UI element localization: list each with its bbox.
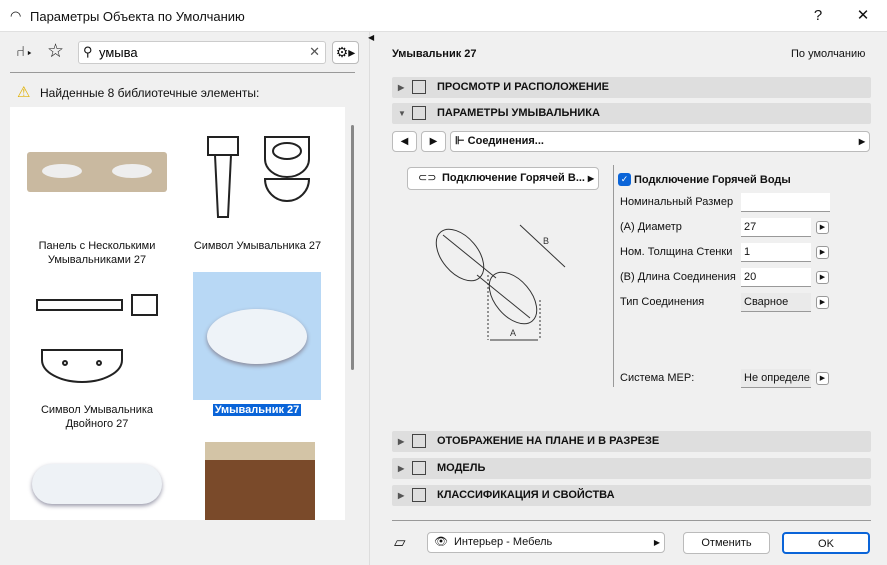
view-icon xyxy=(412,80,426,94)
title-bar: ◠ Параметры Объекта по Умолчанию ? ✕ xyxy=(0,0,887,32)
library-browser-icon[interactable]: ⑁▸ xyxy=(16,43,34,60)
collapse-arrow-icon: ▼ xyxy=(398,109,406,118)
library-item-thumbnail-selected[interactable] xyxy=(193,272,321,400)
hot-water-label: Подключение Горячей Воды xyxy=(634,174,791,186)
diameter-label: (A) Диаметр xyxy=(620,221,682,233)
wall-thickness-label: Ном. Толщина Стенки xyxy=(620,246,733,258)
nominal-size-field[interactable] xyxy=(741,193,830,212)
layer-select[interactable]: 👁 Интерьер - Мебель ▶ xyxy=(427,532,665,553)
library-item-thumbnail[interactable] xyxy=(190,112,325,227)
hot-water-checkbox[interactable]: ✓ xyxy=(618,173,631,186)
wall-thickness-field[interactable]: 1 xyxy=(741,243,811,262)
library-item-thumbnail[interactable] xyxy=(22,277,172,402)
app-icon: ◠ xyxy=(10,8,22,23)
connection-diagram: A B xyxy=(435,224,566,341)
library-item-label[interactable]: Символ Умывальника 27 xyxy=(190,239,325,253)
next-page-button[interactable]: ▶ xyxy=(421,131,446,152)
connection-icon: ⊩ xyxy=(455,135,465,147)
search-icon: ⚲ xyxy=(83,44,93,59)
mep-system-select[interactable]: Не определе xyxy=(741,369,811,388)
library-item-label[interactable]: Символ Умывальника Двойного 27 xyxy=(22,403,172,431)
object-name: Умывальник 27 xyxy=(392,48,477,60)
collapse-panel-icon[interactable]: ◀ xyxy=(368,33,374,42)
connection-type-select[interactable]: Сварное xyxy=(741,293,811,312)
classification-icon xyxy=(412,488,426,502)
default-label: По умолчанию xyxy=(791,48,866,60)
expand-arrow-icon: ▶ xyxy=(398,464,405,473)
dropdown-arrow-icon: ▶ xyxy=(858,137,865,146)
section-params[interactable]: ▼ ПАРАМЕТРЫ УМЫВАЛЬНИКА xyxy=(392,103,871,124)
model-cube-icon xyxy=(412,461,426,475)
clear-icon[interactable]: ✕ xyxy=(309,44,320,60)
connection-type-label: Тип Соединения xyxy=(620,296,705,308)
library-item-label[interactable]: Панель с Несколькими Умывальниками 27 xyxy=(22,239,172,267)
params-icon xyxy=(412,106,426,120)
pipe-icon: ⊂⊃ xyxy=(418,172,437,184)
wall-thickness-menu-button[interactable]: ▶ xyxy=(816,246,829,259)
diameter-field[interactable]: 27 xyxy=(741,218,811,237)
connection-length-field[interactable]: 20 xyxy=(741,268,811,287)
plan-icon xyxy=(412,434,426,448)
nominal-size-label: Номинальный Размер xyxy=(620,196,734,208)
dropdown-arrow-icon: ▶ xyxy=(653,538,660,547)
page-select[interactable]: ⊩ Соединения... ▶ xyxy=(450,131,870,152)
section-plan-section[interactable]: ▶ ОТОБРАЖЕНИЕ НА ПЛАНЕ И В РАЗРЕЗЕ xyxy=(392,431,871,452)
prev-page-button[interactable]: ◀ xyxy=(392,131,417,152)
expand-arrow-icon: ▶ xyxy=(398,491,405,500)
library-item-thumbnail[interactable] xyxy=(200,442,320,520)
settings-gear-button[interactable]: ⚙▸ xyxy=(332,41,359,64)
divider xyxy=(613,165,614,387)
expand-arrow-icon: ▶ xyxy=(398,83,405,92)
favorites-star-icon[interactable]: ☆ xyxy=(47,40,64,63)
connection-length-menu-button[interactable]: ▶ xyxy=(816,271,829,284)
eye-icon: 👁 xyxy=(434,536,448,548)
dimension-b-label: B xyxy=(543,236,549,246)
section-model[interactable]: ▶ МОДЕЛЬ xyxy=(392,458,871,479)
cancel-button[interactable]: Отменить xyxy=(683,532,770,554)
ok-button[interactable]: OK xyxy=(782,532,870,554)
search-field[interactable]: ⚲ ✕ xyxy=(78,41,326,64)
divider xyxy=(392,520,871,521)
mep-system-label: Система MEP: xyxy=(620,372,695,384)
library-grid: Панель с Несколькими Умывальниками 27 Си… xyxy=(10,107,345,520)
help-button[interactable]: ? xyxy=(796,0,840,32)
section-view-placement[interactable]: ▶ ПРОСМОТР И РАСПОЛОЖЕНИЕ xyxy=(392,77,871,98)
dropdown-arrow-icon: ▶ xyxy=(587,174,594,183)
connection-type-menu-button[interactable]: ▶ xyxy=(816,296,829,309)
section-classification[interactable]: ▶ КЛАССИФИКАЦИЯ И СВОЙСТВА xyxy=(392,485,871,506)
divider xyxy=(10,72,355,73)
close-button[interactable]: ✕ xyxy=(841,0,885,32)
connection-length-label: (B) Длина Соединения xyxy=(620,271,736,283)
warning-icon: ⚠ xyxy=(17,84,31,101)
connection-select[interactable]: ⊂⊃ Подключение Горячей В... ▶ xyxy=(407,167,599,190)
dimension-a-label: A xyxy=(510,328,516,338)
expand-arrow-icon: ▶ xyxy=(398,437,405,446)
search-status: Найденные 8 библиотечные элементы: xyxy=(40,86,260,100)
diameter-menu-button[interactable]: ▶ xyxy=(816,221,829,234)
layer-icon: ▱ xyxy=(394,534,406,551)
window-title: Параметры Объекта по Умолчанию xyxy=(30,9,245,24)
library-item-thumbnail[interactable] xyxy=(22,447,172,520)
library-item-thumbnail[interactable] xyxy=(22,117,172,227)
library-item-label-selected[interactable]: Умывальник 27 xyxy=(193,403,321,417)
mep-system-menu-button[interactable]: ▶ xyxy=(816,372,829,385)
search-input[interactable] xyxy=(99,45,299,60)
library-scrollbar[interactable] xyxy=(351,125,354,370)
